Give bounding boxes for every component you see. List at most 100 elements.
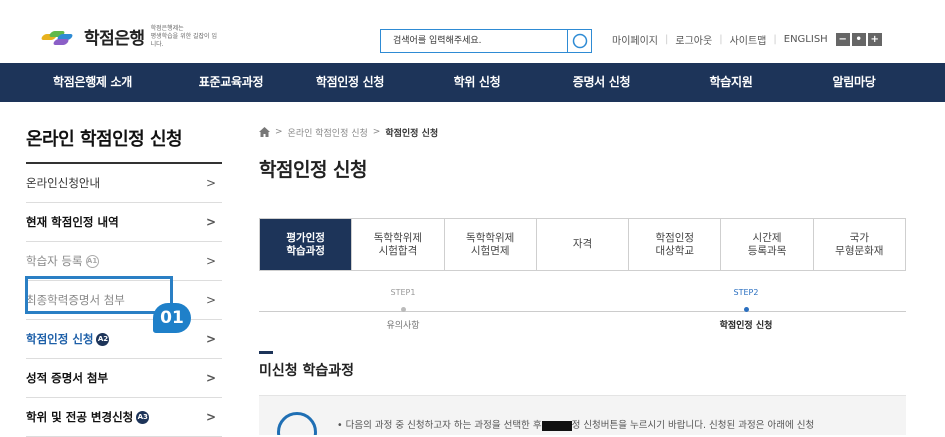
divider: |	[773, 34, 777, 45]
sidebar-item-label: 온라인신청안내	[26, 176, 101, 190]
breadcrumb-current: 학점인정 신청	[385, 128, 439, 139]
nav-item-intro[interactable]: 학점은행제 소개	[0, 63, 185, 102]
tab-label-line1: 시간제	[752, 231, 782, 244]
sidebar-item-current-credits[interactable]: 현재 학점인정 내역 >	[26, 203, 222, 242]
tab-label: 국가 무형문화재	[835, 232, 883, 258]
tab-self-study-pass[interactable]: 독학학위제 시험합격	[352, 219, 445, 270]
sidebar-item-grade-attach[interactable]: 성적 증명서 첨부 >	[26, 359, 222, 398]
chevron-right-icon: >	[205, 215, 216, 229]
step-badge: A3	[136, 411, 150, 424]
tab-label-line1: 자격	[572, 238, 593, 250]
tab-intangible-heritage[interactable]: 국가 무형문화재	[814, 219, 905, 270]
notice-text: • 다음의 과정 중 신청하고자 하는 과정을 선택한 후정 신청버튼을 누르시…	[337, 417, 814, 431]
sidebar-item-text: 학점인정 신청	[26, 332, 94, 346]
step-label: STEP2	[733, 288, 759, 297]
mypage-link[interactable]: 마이페이지	[612, 32, 658, 47]
logo[interactable]: 학점은행 학점은행제는 평생학습을 위한 길잡이 입니다.	[40, 24, 221, 49]
zoom-controls: − • +	[835, 33, 882, 46]
search-box	[380, 29, 592, 53]
tab-label: 학점인정 대상학교	[655, 232, 694, 258]
notice-box: • 다음의 과정 중 신청하고자 하는 과정을 선택한 후정 신청버튼을 누르시…	[259, 395, 906, 435]
step-badge: A1	[85, 255, 99, 268]
nav-item-credit-apply[interactable]: 학점인정 신청	[277, 63, 423, 102]
divider: |	[719, 34, 723, 45]
search-icon	[572, 33, 587, 49]
step-badge: A2	[96, 333, 110, 346]
nav-item-certificate[interactable]: 증명서 신청	[531, 63, 672, 102]
main-nav: 학점은행제 소개 표준교육과정 학점인정 신청 학위 신청 증명서 신청 학습지…	[0, 63, 945, 102]
main-content: > 온라인 학점인정 신청 > 학점인정 신청 학점인정 신청 평가인정 학습과정…	[259, 120, 919, 435]
tab-credit-school[interactable]: 학점인정 대상학교	[629, 219, 722, 270]
step-2: STEP2 학점인정 신청	[666, 288, 826, 331]
breadcrumb-separator: >	[372, 127, 381, 137]
logo-subtitle: 학점은행제는 평생학습을 위한 길잡이 입니다.	[151, 25, 221, 49]
highlight-box	[25, 276, 173, 314]
step-name: 학점인정 신청	[719, 321, 773, 331]
sidebar-item-label: 학위 및 전공 변경신청 A3	[26, 409, 150, 425]
nav-item-learning-support[interactable]: 학습지원	[672, 63, 790, 102]
sidebar-item-major-change[interactable]: 학위 및 전공 변경신청 A3 >	[26, 398, 222, 437]
tab-label-line2: 대상학교	[655, 244, 695, 257]
sidebar-item-label: 현재 학점인정 내역	[26, 215, 119, 229]
nav-item-curriculum[interactable]: 표준교육과정	[185, 63, 277, 102]
chevron-right-icon: >	[205, 176, 216, 190]
tab-label-line2: 무형문화재	[835, 244, 884, 257]
tab-label-line2: 학습과정	[286, 244, 325, 257]
section-marker	[259, 351, 273, 354]
tab-label: 평가인정 학습과정	[286, 232, 325, 258]
redaction-mark	[541, 420, 572, 431]
search-button[interactable]	[567, 30, 591, 52]
logo-subtitle-line1: 학점은행제는	[150, 24, 184, 32]
step-label: STEP1	[390, 288, 416, 297]
tab-label: 독학학위제 시험면제	[466, 232, 514, 258]
tab-qualification[interactable]: 자격	[537, 219, 630, 270]
tab-label: 독학학위제 시험합격	[374, 232, 422, 258]
sitemap-link[interactable]: 사이트맵	[730, 32, 767, 47]
step-name: 유의사항	[386, 321, 420, 331]
chevron-right-icon: >	[205, 293, 216, 307]
chevron-right-icon: >	[205, 371, 216, 385]
nav-item-notice[interactable]: 알림마당	[790, 63, 918, 102]
breadcrumb-separator: >	[275, 127, 283, 137]
sidebar-item-text: 학습자 등록	[26, 254, 83, 268]
tab-label-line2: 시험합격	[378, 244, 418, 257]
chevron-right-icon: >	[205, 254, 216, 268]
chevron-right-icon: >	[205, 332, 216, 346]
sidebar-item-label: 학점인정 신청 A2	[26, 331, 110, 347]
tab-label-line2: 등록과목	[747, 244, 787, 257]
header: 학점은행 학점은행제는 평생학습을 위한 길잡이 입니다. 마이페이지 | 로그…	[0, 0, 945, 60]
step-dot	[743, 307, 749, 312]
english-link[interactable]: ENGLISH	[784, 34, 828, 45]
credit-type-tabs: 평가인정 학습과정 독학학위제 시험합격 독학학위제 시험면제 자격 학점인정 대상학교…	[259, 218, 906, 271]
home-icon[interactable]	[259, 127, 270, 137]
sidebar-item-label: 학습자 등록 A1	[26, 253, 99, 269]
step-indicator: STEP1 유의사항 STEP2 학점인정 신청	[259, 288, 906, 344]
breadcrumb-item[interactable]: 온라인 학점인정 신청	[288, 126, 368, 139]
tab-label-line1: 학점인정	[655, 231, 695, 244]
zoom-in-button[interactable]: +	[867, 33, 882, 46]
logo-title: 학점은행	[84, 29, 145, 49]
tab-label-line1: 평가인정	[286, 231, 325, 244]
divider: |	[665, 34, 669, 45]
tab-evaluated-course[interactable]: 평가인정 학습과정	[260, 219, 353, 270]
sidebar-item-online-guide[interactable]: 온라인신청안내 >	[26, 164, 222, 203]
step-1: STEP1 유의사항	[323, 288, 483, 331]
tab-label-line2: 시험면제	[470, 244, 510, 257]
tab-label-line1: 국가	[849, 231, 869, 244]
zoom-reset-button[interactable]: •	[851, 33, 866, 46]
logo-subtitle-line2: 평생학습을 위한 길잡이 입니다.	[150, 32, 218, 48]
sidebar-item-credit-apply[interactable]: 학점인정 신청 A2 >	[26, 320, 222, 359]
utility-links: 마이페이지 | 로그아웃 | 사이트맵 | ENGLISH − • +	[612, 32, 882, 47]
tab-self-study-exempt[interactable]: 독학학위제 시험면제	[445, 219, 537, 270]
tab-part-time[interactable]: 시간제 등록과목	[721, 219, 814, 270]
logout-link[interactable]: 로그아웃	[675, 32, 712, 47]
search-input[interactable]	[381, 30, 567, 52]
callout-badge: 01	[153, 303, 191, 333]
nav-item-degree-apply[interactable]: 학위 신청	[423, 63, 531, 102]
tab-label-line1: 독학학위제	[466, 231, 515, 244]
zoom-out-button[interactable]: −	[835, 33, 850, 46]
info-icon	[277, 412, 317, 435]
sidebar-item-label: 성적 증명서 첨부	[26, 371, 109, 385]
section-title: 미신청 학습과정	[259, 363, 355, 379]
tab-label: 시간제 등록과목	[748, 232, 787, 258]
